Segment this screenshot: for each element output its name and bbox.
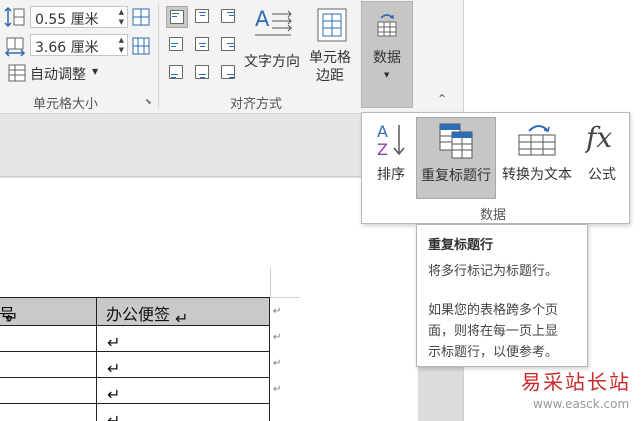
watermark-url: www.easck.com <box>533 397 630 411</box>
alignment-group-label: 对齐方式 <box>230 97 283 112</box>
spin-up-icon[interactable]: ▲ <box>119 8 124 16</box>
autofit-button[interactable]: 自动调整 <box>30 64 86 84</box>
tooltip-line: 面，则将在每一页上显 <box>428 324 559 339</box>
row-height-input[interactable]: 0.55 厘米 ▲ ▼ <box>30 6 128 28</box>
text-direction-label: 文字方向 <box>244 54 300 70</box>
formula-fx-icon: fx <box>584 119 619 161</box>
text-direction-icon: A <box>255 6 295 42</box>
spin-down-icon[interactable]: ▼ <box>119 18 124 26</box>
text-direction-button[interactable]: A 文字方向 <box>244 4 306 78</box>
spin-up-icon[interactable]: ▲ <box>119 36 124 44</box>
align-top-center-button[interactable] <box>192 6 214 28</box>
data-button-label: 数据 <box>373 50 401 66</box>
table-cell[interactable] <box>0 403 97 421</box>
distribute-rows-icon[interactable] <box>131 7 151 31</box>
column-width-value: 3.66 厘米 <box>35 40 99 56</box>
align-top-right-button[interactable] <box>218 6 240 28</box>
data-button[interactable]: 数据 ▼ <box>361 1 413 108</box>
chevron-down-icon: ▼ <box>384 71 390 79</box>
svg-text:fx: fx <box>585 121 612 154</box>
row-end-mark: ↵ <box>273 332 282 343</box>
distribute-columns-icon[interactable] <box>131 36 151 60</box>
convert-to-text-label: 转换为文本 <box>502 167 572 183</box>
convert-to-text-icon <box>517 121 557 163</box>
chevron-down-icon[interactable]: ▼ <box>92 67 98 76</box>
data-group-label: 数据 <box>480 208 507 223</box>
svg-text:A: A <box>377 122 388 141</box>
group-divider <box>158 4 159 108</box>
table-corner-mark <box>270 297 300 298</box>
align-bottom-right-button[interactable] <box>218 62 240 84</box>
cell-size-group-label: 单元格大小 <box>33 97 99 112</box>
paragraph-mark: ↵ <box>107 359 121 378</box>
align-bottom-center-button[interactable] <box>192 62 214 84</box>
cell-margins-icon <box>317 8 347 46</box>
table-header-cell[interactable]: 办公便签 ↵ <box>96 297 270 328</box>
paragraph-mark: ↵ <box>107 411 121 421</box>
cell-margins-label: 单元格 边距 <box>309 50 351 84</box>
spin-down-icon[interactable]: ▼ <box>119 46 124 54</box>
table-cell[interactable]: ↵ <box>96 351 270 378</box>
cell-margins-button[interactable]: 单元格 边距 <box>308 4 358 90</box>
row-end-mark: ↵ <box>273 306 282 317</box>
tooltip-line: 如果您的表格跨多个页 <box>428 303 559 318</box>
data-icon <box>376 12 398 42</box>
document-page: 号 ↵ 办公便签 ↵ ↵ ↵ ↵ ↵ ↵ ↵ ↵ ↵ <box>0 178 418 421</box>
tooltip: 重复标题行 将多行标记为标题行。 如果您的表格跨多个页 面，则将在每一页上显 示… <box>416 224 588 367</box>
column-width-input[interactable]: 3.66 厘米 ▲ ▼ <box>30 34 128 56</box>
svg-text:Z: Z <box>377 140 388 159</box>
repeat-header-icon <box>439 122 475 164</box>
paragraph-mark: ↵ <box>107 385 121 404</box>
sort-label: 排序 <box>377 167 405 183</box>
dialog-launcher-icon[interactable]: ⬊ <box>145 97 152 106</box>
paragraph-mark: ↵ <box>107 333 121 352</box>
table-cell[interactable] <box>0 377 97 404</box>
sort-icon: AZ <box>375 121 407 163</box>
header-right-text: 办公便签 <box>106 305 171 324</box>
row-end-mark: ↵ <box>273 384 282 395</box>
ruler-area <box>0 114 418 177</box>
table-corner-mark <box>270 268 271 297</box>
table-cell[interactable]: ↵ <box>96 403 270 421</box>
sort-button[interactable]: AZ 排序 <box>366 117 416 199</box>
ribbon: 0.55 厘米 ▲ ▼ 3.66 厘米 ▲ ▼ 自动调整 ▼ 单元格大小 ⬊ A… <box>0 0 463 114</box>
row-end-mark: ↵ <box>273 358 282 369</box>
table-cell[interactable] <box>0 325 97 352</box>
column-width-icon <box>4 35 26 61</box>
table-cell[interactable]: ↵ <box>96 325 270 352</box>
align-bottom-left-button[interactable] <box>166 62 188 84</box>
row-height-value: 0.55 厘米 <box>35 12 99 28</box>
data-dropdown-panel: AZ 排序 重复标题行 转换为文本 fx 公式 数据 <box>361 112 630 224</box>
convert-to-text-button[interactable]: 转换为文本 <box>497 117 577 199</box>
align-middle-left-button[interactable] <box>166 34 188 56</box>
table-cell[interactable]: ↵ <box>96 377 270 404</box>
row-height-icon <box>4 6 26 32</box>
align-top-left-button[interactable] <box>166 6 188 28</box>
repeat-header-label: 重复标题行 <box>421 168 491 184</box>
repeat-header-rows-button[interactable]: 重复标题行 <box>416 117 496 199</box>
watermark-text: 易采站长站 <box>521 370 631 394</box>
formula-button[interactable]: fx 公式 <box>578 117 626 199</box>
svg-text:A: A <box>255 7 270 31</box>
tooltip-line: 将多行标记为标题行。 <box>428 264 559 279</box>
align-middle-right-button[interactable] <box>218 34 240 56</box>
autofit-icon <box>8 64 26 86</box>
table-cell[interactable] <box>0 351 97 378</box>
collapse-ribbon-icon[interactable]: ⌃ <box>437 92 447 106</box>
table-header-cell[interactable]: 号 ↵ <box>0 297 97 327</box>
tooltip-line: 示标题行，以便参考。 <box>428 345 559 360</box>
align-middle-center-button[interactable] <box>192 34 214 56</box>
tooltip-title: 重复标题行 <box>428 238 494 253</box>
formula-label: 公式 <box>588 167 616 183</box>
